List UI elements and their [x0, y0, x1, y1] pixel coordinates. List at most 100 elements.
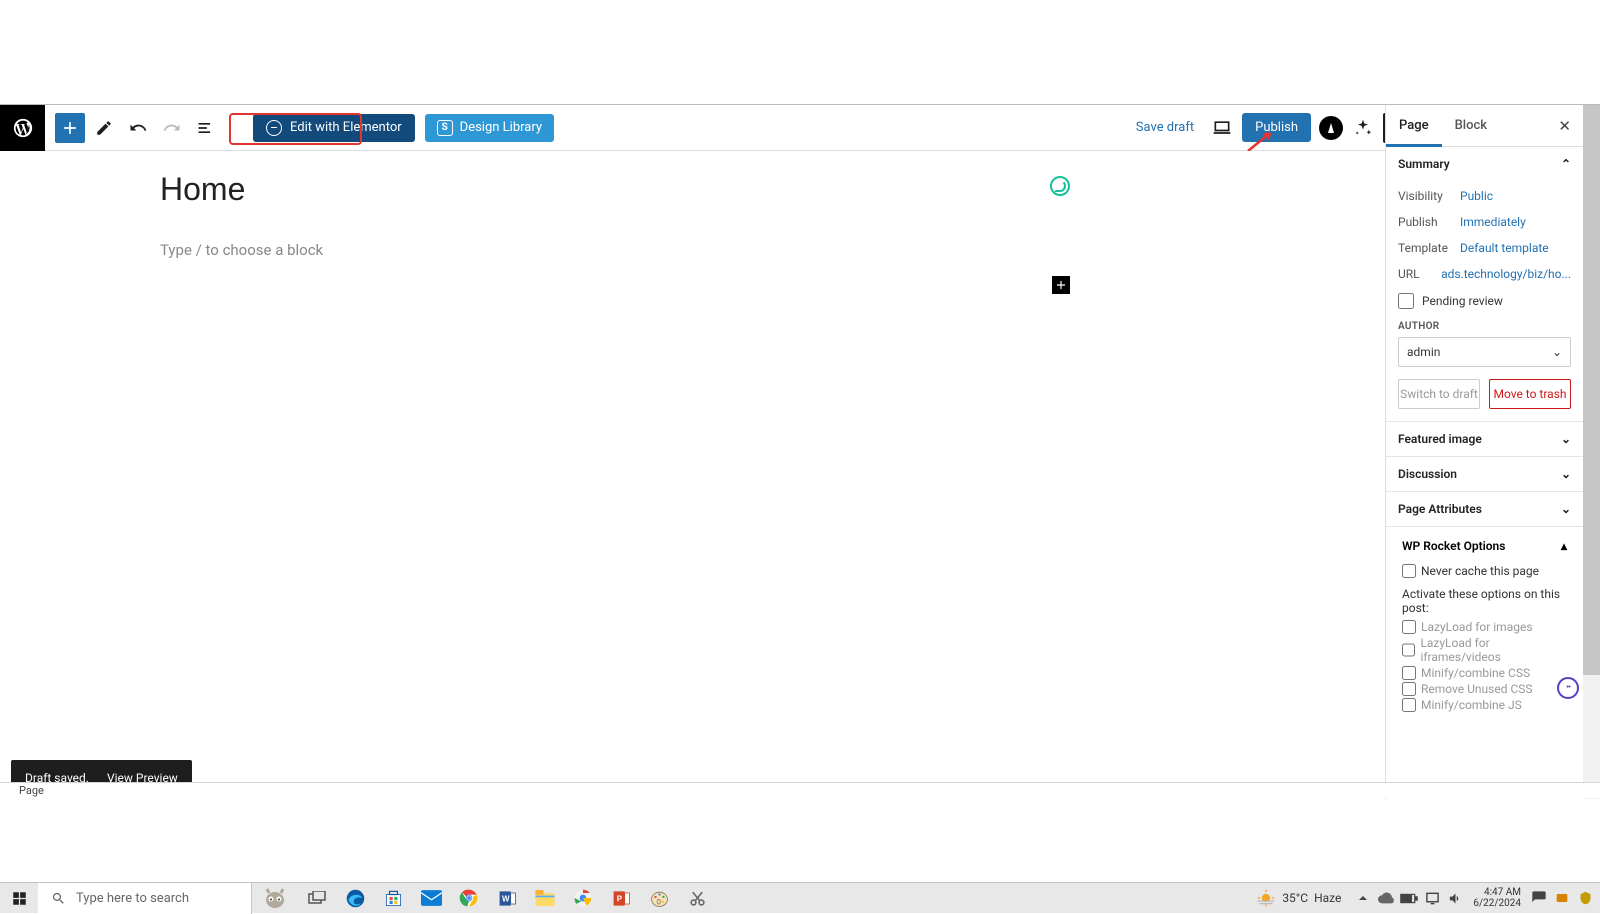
publish-row: Publish Immediately [1398, 209, 1571, 235]
paint-app-icon[interactable] [640, 883, 678, 914]
design-library-icon: S [437, 120, 453, 136]
search-icon [51, 891, 66, 906]
support-chat-icon[interactable] [1557, 677, 1579, 699]
scrollbar-thumb[interactable] [1583, 105, 1600, 675]
move-to-trash-button[interactable]: Move to trash [1489, 379, 1571, 409]
template-value[interactable]: Default template [1460, 241, 1549, 255]
redo-icon[interactable] [157, 113, 187, 143]
page-attributes-section: Page Attributes ⌄ [1386, 492, 1583, 527]
vertical-scrollbar-track[interactable] [1583, 105, 1600, 799]
battery-tray-icon[interactable] [1400, 889, 1418, 907]
never-cache-checkbox[interactable]: Never cache this page [1402, 559, 1567, 583]
block-placeholder-text[interactable]: Type / to choose a block [160, 241, 323, 259]
settings-sidebar: Page Block ✕ Summary ⌃ Visibility Public… [1385, 105, 1583, 799]
tray-caret-icon[interactable] [1354, 889, 1372, 907]
cortana-character-icon[interactable] [252, 883, 298, 914]
windows-start-button[interactable] [0, 883, 38, 914]
edge-app-icon[interactable] [336, 883, 374, 914]
chevron-down-icon: ⌄ [1552, 345, 1562, 359]
rocket-activate-text: Activate these options on this post: [1402, 583, 1567, 617]
explorer-app-icon[interactable] [526, 883, 564, 914]
never-cache-label: Never cache this page [1421, 564, 1539, 578]
rocket-opt-minify-css[interactable]: Minify/combine CSS [1402, 665, 1567, 681]
windows-taskbar: Type here to search W P 35°C Haze 4:47 A… [0, 882, 1600, 913]
rocket-opt-input[interactable] [1402, 666, 1416, 680]
chrome-app-icon[interactable] [450, 883, 488, 914]
edit-mode-icon[interactable] [89, 113, 119, 143]
author-select[interactable]: admin ⌄ [1398, 337, 1571, 367]
rocket-opt-lazyload-images[interactable]: LazyLoad for images [1402, 619, 1567, 635]
ai-sparkle-icon[interactable] [1351, 116, 1375, 140]
security-tray-icon[interactable] [1576, 889, 1594, 907]
input-indicator-icon[interactable] [1553, 889, 1571, 907]
rocket-opt-input[interactable] [1402, 620, 1416, 634]
discussion-section: Discussion ⌄ [1386, 457, 1583, 492]
switch-to-draft-button[interactable]: Switch to draft [1398, 379, 1480, 409]
wp-rocket-header[interactable]: WP Rocket Options ▴ [1402, 533, 1567, 559]
summary-body: Visibility Public Publish Immediately Te… [1386, 181, 1583, 421]
edit-with-elementor-button[interactable]: Edit with Elementor [253, 114, 415, 142]
notifications-tray-icon[interactable] [1530, 889, 1548, 907]
taskbar-clock[interactable]: 4:47 AM 6/22/2024 [1469, 887, 1525, 909]
onedrive-tray-icon[interactable] [1377, 889, 1395, 907]
template-row: Template Default template [1398, 235, 1571, 261]
undo-icon[interactable] [123, 113, 153, 143]
url-value[interactable]: ads.technology/biz/ho... [1441, 267, 1571, 281]
featured-image-label: Featured image [1398, 432, 1482, 446]
weather-widget[interactable]: 35°C Haze [1256, 888, 1349, 908]
save-draft-link[interactable]: Save draft [1128, 116, 1202, 139]
visibility-value[interactable]: Public [1460, 189, 1493, 203]
rocket-opt-minify-js[interactable]: Minify/combine JS [1402, 697, 1567, 713]
pending-review-input[interactable] [1398, 293, 1414, 309]
url-row: URL ads.technology/biz/ho... [1398, 261, 1571, 287]
weather-temp: 35°C [1282, 891, 1308, 905]
store-app-icon[interactable] [374, 883, 412, 914]
snipping-tool-icon[interactable] [678, 883, 716, 914]
mail-app-icon[interactable] [412, 883, 450, 914]
discussion-label: Discussion [1398, 467, 1457, 481]
rocket-opt-unused-css[interactable]: Remove Unused CSS [1402, 681, 1567, 697]
chrome-app-icon-2[interactable] [564, 883, 602, 914]
word-app-icon[interactable]: W [488, 883, 526, 914]
device-preview-icon[interactable] [1210, 116, 1234, 140]
task-view-icon[interactable] [298, 883, 336, 914]
publish-label: Publish [1255, 120, 1298, 135]
tab-page[interactable]: Page [1386, 105, 1442, 147]
discussion-header[interactable]: Discussion ⌄ [1386, 457, 1583, 491]
author-heading: AUTHOR [1398, 321, 1571, 332]
summary-header[interactable]: Summary ⌃ [1386, 147, 1583, 181]
design-library-label: Design Library [460, 120, 542, 135]
publish-button[interactable]: Publish [1242, 113, 1311, 142]
rocket-opt-input[interactable] [1402, 698, 1416, 712]
rocket-opt-lazyload-iframes[interactable]: LazyLoad for iframes/videos [1402, 635, 1567, 665]
astra-icon[interactable] [1319, 116, 1343, 140]
powerpoint-app-icon[interactable]: P [602, 883, 640, 914]
grammarly-icon[interactable] [1050, 176, 1070, 196]
page-attributes-header[interactable]: Page Attributes ⌄ [1386, 492, 1583, 526]
featured-image-header[interactable]: Featured image ⌄ [1386, 422, 1583, 456]
editor-canvas: Type / to choose a block Draft saved. Vi… [0, 151, 1387, 798]
close-sidebar-icon[interactable]: ✕ [1558, 117, 1583, 135]
rocket-opt-input[interactable] [1402, 682, 1416, 696]
pending-review-checkbox[interactable]: Pending review [1398, 287, 1571, 311]
volume-tray-icon[interactable] [1446, 889, 1464, 907]
network-tray-icon[interactable] [1423, 889, 1441, 907]
caret-up-icon: ▴ [1561, 539, 1567, 553]
never-cache-input[interactable] [1402, 564, 1416, 578]
chevron-up-icon: ⌃ [1561, 157, 1571, 171]
wp-rocket-section: WP Rocket Options ▴ Never cache this pag… [1386, 527, 1583, 713]
rocket-opt-input[interactable] [1402, 643, 1415, 657]
search-placeholder: Type here to search [76, 891, 189, 906]
publish-value[interactable]: Immediately [1460, 215, 1526, 229]
windows-search-box[interactable]: Type here to search [38, 883, 252, 914]
wordpress-logo[interactable] [0, 105, 45, 151]
chevron-down-icon: ⌄ [1561, 467, 1571, 481]
browser-status-bar: Page [0, 782, 1600, 798]
tab-block[interactable]: Block [1442, 105, 1500, 147]
design-library-button[interactable]: S Design Library [425, 114, 554, 142]
list-view-icon[interactable] [191, 113, 221, 143]
add-block-inline-button[interactable] [1052, 276, 1070, 294]
wordpress-editor: Edit with Elementor S Design Library Sav… [0, 104, 1600, 798]
add-block-button[interactable] [55, 113, 85, 143]
page-title-input[interactable] [160, 171, 960, 208]
